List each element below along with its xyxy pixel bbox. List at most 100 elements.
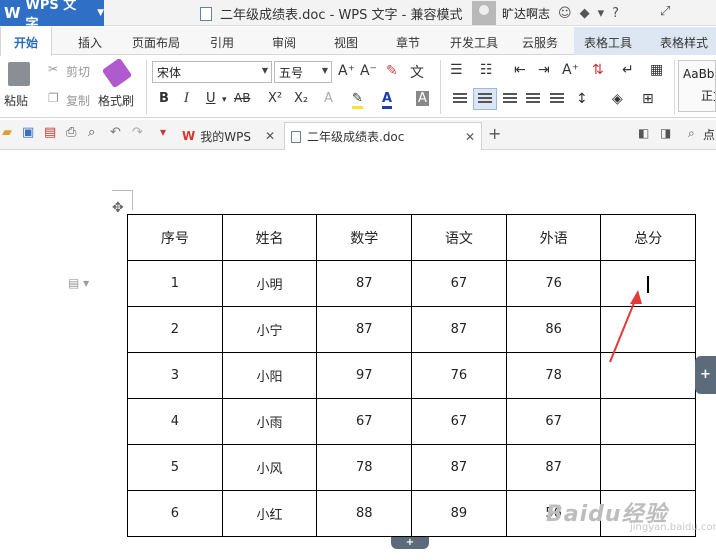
add-row-handle-icon[interactable]: + (391, 537, 429, 549)
close-icon[interactable]: ✕ (465, 130, 475, 144)
tab-list-icon[interactable]: ◧ (638, 126, 649, 140)
user-area[interactable]: 旷达啊志 ☺ ◆ ▾ ? (472, 0, 619, 26)
chevron-down-icon[interactable]: ▾ (222, 95, 227, 105)
table-cell[interactable]: 76 (411, 352, 507, 399)
header-cell[interactable]: 序号 (127, 214, 223, 261)
table-cell[interactable]: 97 (316, 352, 413, 399)
table-cell[interactable]: 小明 (221, 260, 318, 307)
underline-icon[interactable]: U (206, 91, 216, 106)
header-cell[interactable]: 总分 (600, 214, 697, 261)
table-cell[interactable]: 76 (505, 260, 602, 307)
tab-references[interactable]: 引用 (210, 34, 234, 51)
table-cell[interactable]: 67 (411, 260, 507, 307)
table-cell[interactable]: 6 (127, 490, 223, 537)
shirt-icon[interactable]: ▾ (598, 6, 605, 21)
paragraph-mark-icon[interactable]: ↵ (622, 62, 634, 78)
paste-button[interactable]: 粘贴 (4, 92, 28, 109)
table-cell[interactable]: 2 (127, 306, 223, 353)
user-name[interactable]: 旷达啊志 (502, 5, 550, 22)
scissors-icon[interactable]: ✂ (48, 62, 58, 76)
superscript-icon[interactable]: X² (268, 91, 282, 106)
page-navigation-icon[interactable]: ▤ ▾ (68, 276, 89, 290)
close-icon[interactable]: ✕ (265, 129, 275, 143)
italic-icon[interactable]: I (184, 91, 189, 106)
decrease-indent-icon[interactable]: ⇤ (514, 62, 526, 78)
table-cell[interactable]: 87 (316, 306, 413, 353)
paste-icon[interactable] (8, 62, 30, 86)
shading-icon[interactable]: ◈ (612, 91, 623, 107)
search-icon[interactable]: ⌕ (688, 126, 695, 141)
header-cell[interactable]: 外语 (505, 214, 602, 261)
add-column-handle-icon[interactable]: + (695, 356, 716, 394)
header-cell[interactable]: 姓名 (221, 214, 318, 261)
font-name-select[interactable]: 宋体 ▼ (152, 61, 272, 83)
tab-table-tools[interactable]: 表格工具 (584, 34, 632, 51)
number-list-icon[interactable]: ☷ (480, 62, 493, 78)
table-cell[interactable]: 87 (411, 444, 507, 491)
print-icon[interactable]: ⎙ (66, 125, 76, 140)
skin-icon[interactable]: ◆ (580, 6, 590, 21)
grade-table[interactable]: 序号 姓名 数学 语文 外语 总分 1 小明 87 67 76 2 小宁 87 … (127, 214, 697, 537)
search-label[interactable]: 点 (703, 126, 715, 143)
tab-start[interactable]: 开始 (0, 27, 52, 56)
table-cell[interactable]: 67 (505, 398, 602, 445)
redo-icon[interactable]: ↷ (132, 125, 143, 140)
export-pdf-icon[interactable]: ▤ (44, 125, 56, 140)
phonetic-icon[interactable]: 文 (410, 62, 424, 82)
text-effect-icon[interactable]: A (324, 91, 333, 106)
align-center-icon[interactable] (478, 93, 492, 103)
table-cell[interactable] (600, 398, 697, 445)
bold-icon[interactable]: B (159, 91, 169, 106)
tab-document[interactable]: 二年级成绩表.doc ✕ (284, 122, 482, 150)
tab-developer[interactable]: 开发工具 (450, 34, 498, 51)
table-cell[interactable]: 87 (505, 444, 602, 491)
tab-cloud[interactable]: 云服务 (522, 34, 558, 51)
new-tab-icon[interactable]: + (488, 124, 501, 143)
increase-indent-icon[interactable]: ⇥ (538, 62, 550, 78)
border-icon[interactable]: ⊞ (642, 91, 654, 107)
highlight-icon[interactable]: ✎ (352, 91, 363, 109)
help-icon[interactable]: ? (612, 6, 619, 21)
table-cell[interactable]: 67 (411, 398, 507, 445)
tab-chapter[interactable]: 章节 (396, 34, 420, 51)
grow-font-icon[interactable]: A⁺ (338, 63, 355, 79)
distribute-icon[interactable] (550, 93, 564, 103)
restore-icon[interactable]: ⤢ (660, 4, 670, 19)
line-spacing-icon[interactable]: ↕ (576, 91, 588, 107)
cut-button[interactable]: 剪切 (66, 63, 90, 80)
justify-icon[interactable] (526, 93, 540, 103)
table-cell[interactable]: 1 (127, 260, 223, 307)
strikethrough-icon[interactable]: AB (234, 91, 250, 105)
font-color-icon[interactable]: A (382, 91, 393, 109)
copy-button[interactable]: 复制 (66, 92, 90, 109)
minimize-tab-icon[interactable]: ◨ (660, 126, 671, 140)
table-cell[interactable]: 86 (505, 306, 602, 353)
table-cell[interactable]: 78 (316, 444, 413, 491)
header-cell[interactable]: 数学 (316, 214, 413, 261)
table-cell[interactable]: 3 (127, 352, 223, 399)
table-cell[interactable]: 4 (127, 398, 223, 445)
undo-icon[interactable]: ↶ (110, 125, 121, 140)
char-shading-icon[interactable]: A (416, 91, 429, 106)
align-left-icon[interactable] (453, 93, 467, 103)
table-cell[interactable]: 89 (411, 490, 507, 537)
sort-icon[interactable]: ⇅ (592, 62, 604, 78)
clear-format-icon[interactable]: ✎ (386, 63, 398, 79)
customize-toolbar-icon[interactable]: ▾ (160, 125, 166, 139)
table-cell[interactable]: 小阳 (221, 352, 318, 399)
table-cell[interactable]: 小雨 (221, 398, 318, 445)
save-icon[interactable]: ▣ (22, 125, 34, 140)
print-preview-icon[interactable]: ⌕ (88, 125, 95, 140)
table-cell[interactable]: 67 (316, 398, 413, 445)
tab-review[interactable]: 审阅 (272, 34, 296, 51)
table-grid-icon[interactable]: ▦ (650, 62, 663, 78)
table-cell[interactable]: 87 (411, 306, 507, 353)
style-gallery[interactable]: AaBbC 正文 (678, 60, 716, 112)
table-cell[interactable] (600, 444, 697, 491)
app-menu-button[interactable]: W WPS 文字 ▼ (0, 0, 104, 32)
tab-table-style[interactable]: 表格样式 (660, 34, 708, 51)
table-cell[interactable]: 小风 (221, 444, 318, 491)
char-spacing-icon[interactable]: A⁺ (562, 62, 579, 78)
table-move-handle-icon[interactable]: ✥ (112, 200, 124, 216)
tab-insert[interactable]: 插入 (78, 34, 102, 51)
